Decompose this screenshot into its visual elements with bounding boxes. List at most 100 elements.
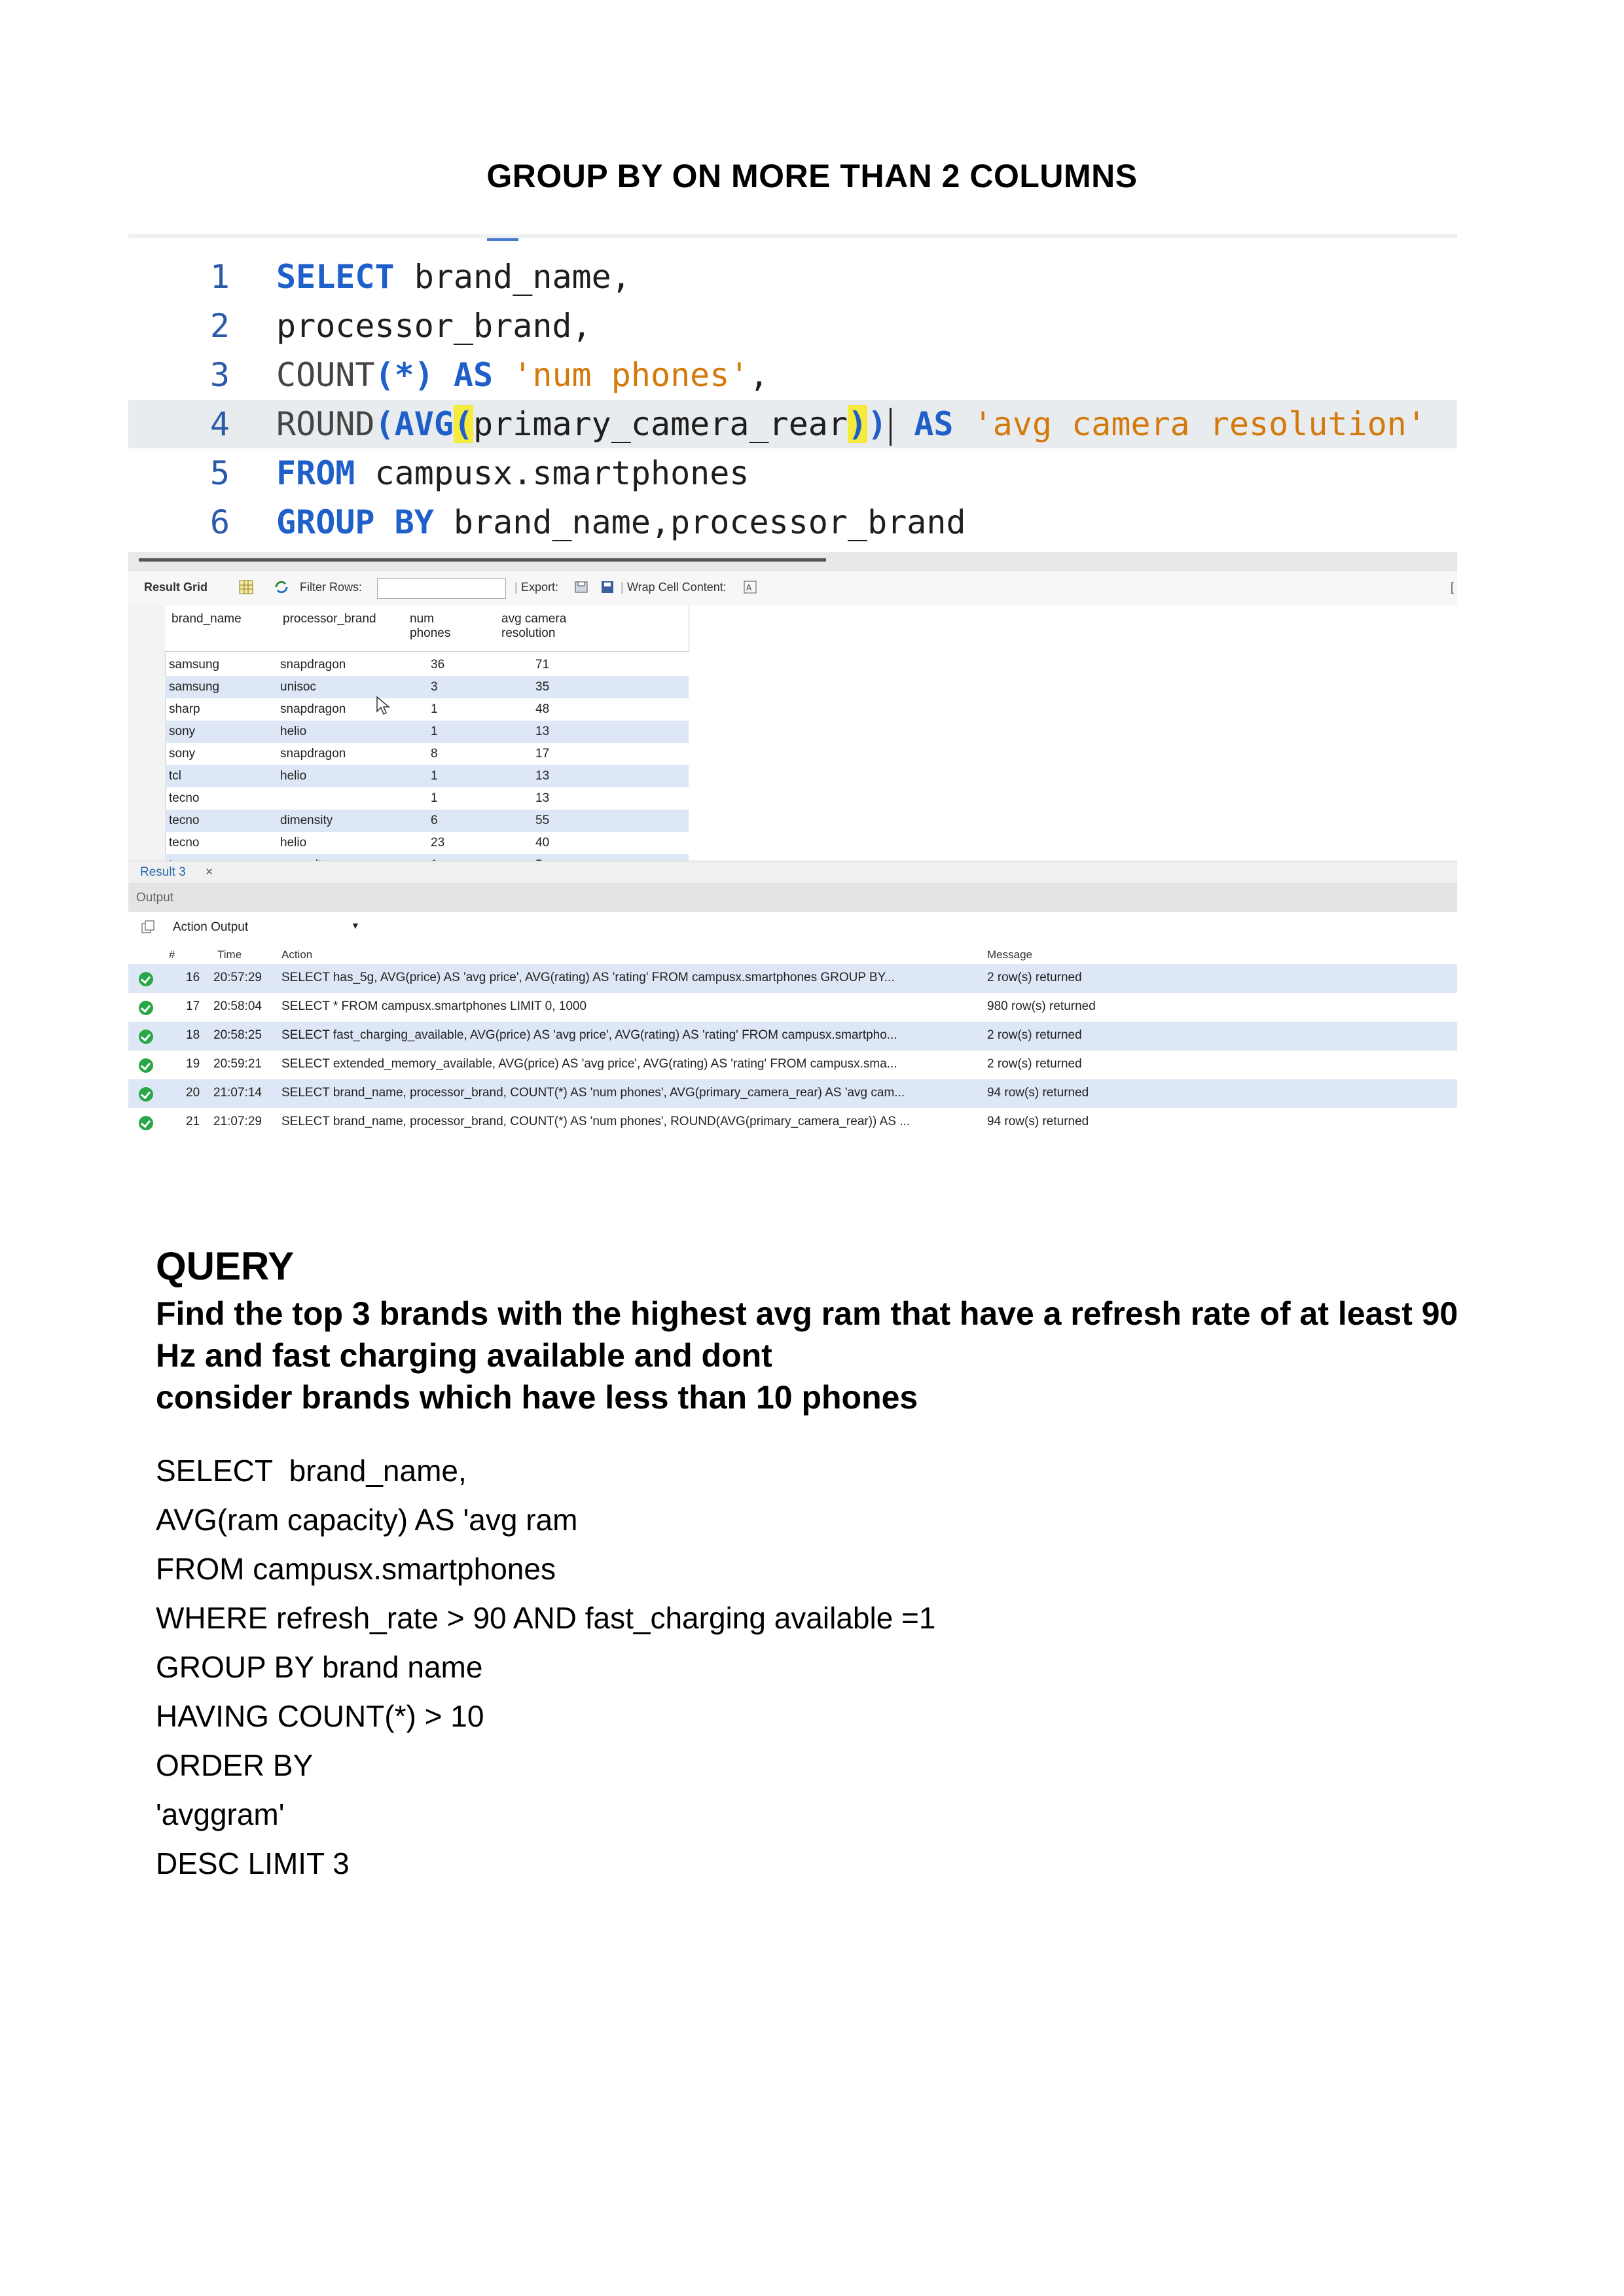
wrap-cell-label: Wrap Cell Content: — [627, 581, 727, 594]
export-icon[interactable] — [573, 579, 589, 595]
table-row[interactable]: tecno dimensity 6 55 — [165, 810, 689, 832]
wrap-text-icon[interactable]: A — [742, 579, 758, 595]
table-row[interactable]: sharp snapdragon 1 48 — [165, 698, 689, 721]
table-cell: dimensity — [280, 814, 333, 827]
column-header-label: num phones — [410, 612, 451, 640]
log-action: SELECT brand_name, processor_brand, COUN… — [281, 1086, 905, 1100]
table-cell: sharp — [169, 702, 200, 716]
editor-horizontal-scrollbar[interactable] — [128, 552, 1457, 571]
filter-rows-input[interactable] — [377, 578, 506, 599]
success-check-icon — [139, 1087, 153, 1102]
code-line[interactable]: 2 processor_brand, — [128, 302, 1457, 350]
code-line[interactable]: 4 ROUND(AVG(primary_camera_rear)) AS 'avg… — [128, 400, 1457, 448]
code-text: ROUND(AVG(primary_camera_rear)) AS 'avg … — [276, 400, 1426, 448]
code-token: ( — [374, 405, 395, 443]
table-cell: samsung — [169, 680, 220, 694]
table-cell: tecno — [169, 814, 200, 827]
chevron-down-icon[interactable]: ▼ — [351, 920, 360, 931]
line-number: 1 — [209, 258, 230, 296]
table-cell: 6 — [431, 814, 438, 827]
code-token: brand_name,processor_brand — [433, 503, 966, 541]
save-icon[interactable] — [600, 579, 615, 595]
description-line: consider brands which have less than 10 … — [156, 1379, 918, 1416]
log-num: 21 — [186, 1115, 200, 1128]
column-header[interactable]: processor_brand — [276, 605, 404, 652]
output-log-row[interactable]: 17 20:58:04 SELECT * FROM campusx.smartpho… — [128, 993, 1457, 1022]
code-token: (*) — [374, 356, 434, 394]
action-output-bar: Action Output ▼ — [128, 912, 1457, 942]
table-row[interactable]: samsung unisoc 3 35 — [165, 676, 689, 698]
log-time: 20:58:04 — [213, 999, 262, 1013]
log-action: SELECT has_5g, AVG(price) AS 'avg price'… — [281, 971, 895, 984]
col-header-action: Action — [281, 948, 313, 961]
code-line[interactable]: 3 COUNT(*) AS 'num phones', — [128, 351, 1457, 399]
output-log-row[interactable]: 18 20:58:25 SELECT fast_charging_available… — [128, 1022, 1457, 1050]
refresh-icon[interactable] — [274, 579, 289, 595]
page-title: GROUP BY ON MORE THAN 2 COLUMNS — [486, 158, 1138, 194]
description-line: Find the top 3 brands with the highest a… — [156, 1295, 1458, 1332]
table-cell: unisoc — [280, 680, 316, 694]
output-log-row[interactable]: 16 20:57:29 SELECT has_5g, AVG(price) AS '… — [128, 964, 1457, 993]
table-cell: snapdragon — [280, 658, 346, 672]
sql-line: SELECT brand_name, — [156, 1454, 467, 1488]
code-text: COUNT(*) AS 'num phones', — [276, 351, 769, 399]
success-check-icon — [139, 1030, 153, 1044]
code-line[interactable]: 1 SELECT brand_name, — [128, 253, 1457, 301]
table-row[interactable]: sony snapdragon 8 17 — [165, 743, 689, 765]
sql-editor[interactable]: 1 SELECT brand_name, 2 processor_brand, 3 COU… — [128, 234, 1457, 556]
table-cell: 13 — [535, 769, 550, 783]
close-tab-icon[interactable]: × — [206, 865, 213, 880]
code-token: SELECT — [276, 258, 395, 296]
sql-line: AVG(ram capacity) AS 'avg ram — [156, 1503, 578, 1537]
log-action: SELECT extended_memory_available, AVG(pr… — [281, 1057, 897, 1071]
output-label: Output — [136, 891, 174, 905]
copy-icon[interactable] — [140, 920, 156, 935]
table-row[interactable]: samsung snapdragon 36 71 — [165, 654, 689, 676]
table-cell: 1 — [431, 702, 438, 716]
table-row[interactable]: tecno helio 23 40 — [165, 832, 689, 854]
sql-line: GROUP BY brand name — [156, 1650, 483, 1684]
table-cell: samsung — [169, 658, 220, 672]
code-token: campusx.smartphones — [355, 454, 749, 492]
grid-view-icon[interactable] — [238, 579, 254, 595]
log-time: 21:07:29 — [213, 1115, 262, 1128]
table-cell: 13 — [535, 725, 550, 738]
code-token: GROUP BY — [276, 503, 434, 541]
scrollbar-thumb[interactable] — [139, 558, 826, 562]
output-log-row[interactable]: 19 20:59:21 SELECT extended_memory_availab… — [128, 1050, 1457, 1079]
log-time: 21:07:14 — [213, 1086, 262, 1100]
col-header-message: Message — [987, 948, 1032, 961]
column-header[interactable]: brand_name — [165, 605, 277, 652]
output-log-row[interactable]: 20 21:07:14 SELECT brand_name, processor_b… — [128, 1079, 1457, 1108]
success-check-icon — [139, 972, 153, 986]
table-cell: tecno — [169, 836, 200, 850]
column-header[interactable]: avg camera resolution — [495, 605, 689, 652]
column-header-label: brand_name — [171, 612, 242, 626]
log-num: 20 — [186, 1086, 200, 1100]
code-text: processor_brand, — [276, 302, 592, 350]
table-cell: 17 — [535, 747, 550, 761]
code-token: processor_brand, — [276, 307, 592, 345]
table-cell: 1 — [431, 725, 438, 738]
editor-scroll-marker — [487, 238, 518, 241]
line-number: 2 — [209, 307, 230, 345]
table-row[interactable]: tecno 1 13 — [165, 787, 689, 810]
tab-result-3[interactable]: Result 3 — [140, 865, 186, 880]
table-row[interactable]: sony helio 1 13 — [165, 721, 689, 743]
table-cell: helio — [280, 836, 307, 850]
code-line[interactable]: 5 FROM campusx.smartphones — [128, 449, 1457, 497]
log-num: 17 — [186, 999, 200, 1013]
action-output-select[interactable]: Action Output — [173, 920, 248, 935]
output-log-row[interactable]: 21 21:07:29 SELECT brand_name, processor_b… — [128, 1108, 1457, 1137]
code-token: , — [749, 356, 769, 394]
table-row[interactable]: tcl helio 1 13 — [165, 765, 689, 787]
log-message: 2 row(s) returned — [987, 1057, 1082, 1071]
line-number: 5 — [209, 454, 230, 492]
code-line[interactable]: 6 GROUP BY brand_name,processor_brand — [128, 498, 1457, 547]
result-grid-tab[interactable]: Result Grid — [144, 581, 208, 594]
col-header-time: Time — [217, 948, 242, 961]
log-message: 2 row(s) returned — [987, 1028, 1082, 1042]
log-action: SELECT * FROM campusx.smartphones LIMIT … — [281, 999, 587, 1013]
output-panel-header: Output — [128, 883, 1457, 912]
column-header[interactable]: num phones — [403, 605, 496, 652]
